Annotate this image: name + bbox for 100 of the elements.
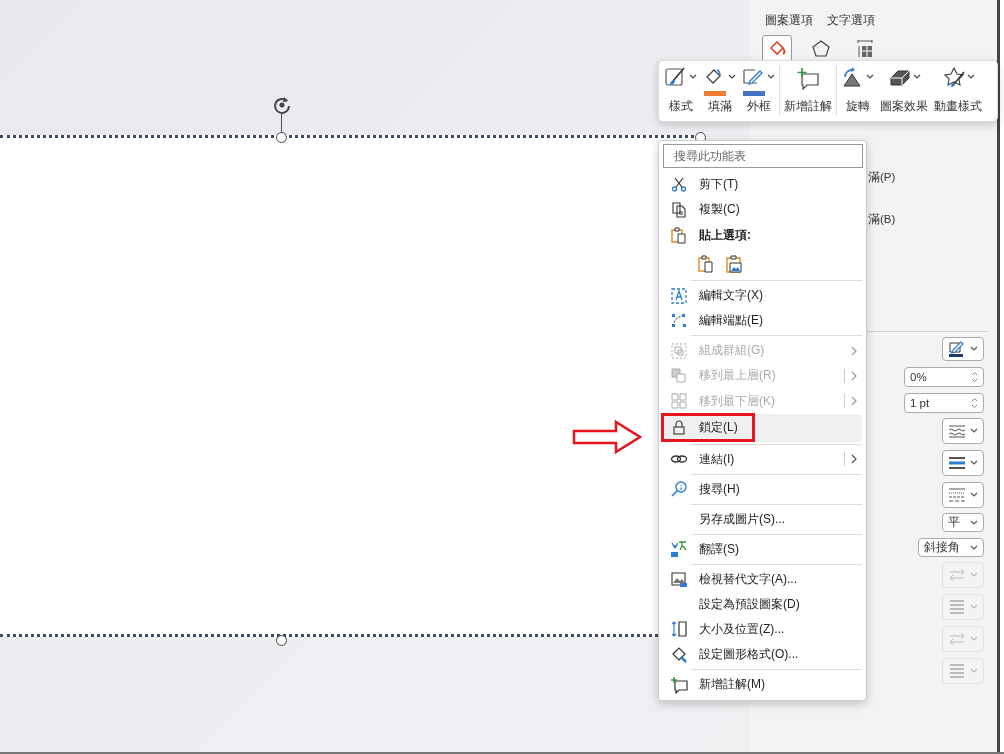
dash-type-icon [948, 486, 966, 504]
format-brush-icon [670, 645, 688, 664]
pane-category-tab[interactable] [762, 35, 792, 62]
menu-item-label: 移到最下層(K) [699, 392, 776, 410]
chevron-right-icon [851, 454, 858, 465]
translate-icon [670, 540, 688, 559]
option-label: 滿(P) [867, 170, 897, 185]
menu-item[interactable]: 剪下(T) [663, 172, 862, 198]
chevron-down-icon [970, 492, 978, 498]
paste-icon[interactable] [697, 254, 715, 273]
menu-item[interactable]: 搜尋(H) [663, 476, 862, 502]
spin-field[interactable]: 0% [904, 367, 984, 387]
dropdown-button[interactable] [942, 337, 984, 361]
menu-item[interactable]: 鎖定(L) [663, 413, 862, 442]
menu-item[interactable]: 編輯端點(E) [663, 308, 862, 334]
toolbar-button[interactable]: 旋轉 [838, 64, 877, 118]
menu-heading-text: 貼上選項: [699, 227, 752, 245]
chevron-down-icon [728, 74, 736, 80]
menu-item-label: 另存成圖片(S)... [699, 510, 786, 528]
spin-field[interactable]: 1 pt [904, 393, 984, 413]
spin-value: 0% [910, 371, 927, 383]
menu-item-label: 新增註解(M) [699, 676, 766, 694]
scissors-icon [670, 175, 688, 194]
send-backward-icon [670, 392, 688, 411]
callout-arrow [572, 420, 642, 454]
chevron-right-icon [851, 371, 858, 381]
menu-item-label: 大小及位置(Z)... [699, 620, 786, 638]
menu-item[interactable]: 檢視替代文字(A)... [663, 566, 862, 592]
search-field[interactable]: 搜尋此功能表 [663, 144, 863, 169]
menu-item[interactable]: 連結(I) [663, 446, 862, 472]
dropdown-button[interactable] [942, 450, 984, 476]
spin-arrows-icon[interactable] [971, 371, 978, 383]
menu-item[interactable]: 設定為預設圖案(D) [663, 591, 862, 617]
paste-picture-icon[interactable] [725, 254, 743, 273]
spin-arrows-icon[interactable] [971, 397, 978, 409]
menu-item-label: 移到最上層(R) [699, 367, 777, 385]
dropdown-value: 斜接角 [924, 539, 960, 556]
menu-item[interactable]: 編輯文字(X) [663, 283, 862, 309]
resize-handle[interactable] [276, 635, 287, 646]
toolbar-button[interactable]: 填滿 [700, 64, 739, 118]
size-position-icon [670, 620, 688, 639]
menu-item[interactable]: 新增註解(M) [663, 672, 862, 698]
chevron-down-icon [970, 346, 978, 352]
menu-item-label: 檢視替代文字(A)... [699, 570, 798, 588]
toolbar-button[interactable]: 外框 [739, 64, 778, 118]
chevron-down-icon [866, 74, 874, 80]
chevron-down-icon [970, 460, 978, 466]
arrow-type-icon [948, 566, 966, 584]
menu-item-label: 鎖定(L) [699, 419, 738, 437]
line-style-icon [948, 454, 966, 472]
compound-line-icon [948, 422, 966, 440]
toolbar-button[interactable]: 圖案效果 [877, 64, 931, 118]
outline-color-icon [948, 340, 966, 358]
line-weight-icon [948, 598, 966, 616]
resize-handle[interactable] [276, 132, 287, 143]
menu-item-label: 翻譯(S) [699, 540, 740, 558]
chevron-down-icon [970, 604, 978, 610]
menu-item-label: 複製(C) [699, 201, 741, 219]
chevron-down-icon [970, 668, 978, 674]
star-brush-icon [941, 66, 966, 90]
rotate-handle-icon[interactable] [272, 95, 292, 115]
dropdown[interactable]: 斜接角 [918, 538, 984, 557]
toolbar-button[interactable]: 新增註解 [781, 64, 835, 118]
search-icon [670, 480, 688, 499]
menu-item[interactable]: 另存成圖片(S)... [663, 506, 862, 532]
copy-icon [670, 200, 688, 219]
chevron-down-icon [970, 519, 978, 526]
pane-tab[interactable]: 文字選項 [827, 12, 875, 29]
chevron-down-icon [970, 544, 978, 551]
chevron-down-icon [689, 74, 697, 80]
dropdown[interactable]: 平 [942, 513, 984, 532]
menu-item[interactable]: 複製(C) [663, 197, 862, 223]
menu-item[interactable]: 大小及位置(Z)... [663, 616, 862, 642]
pentagon-icon [811, 38, 831, 59]
text-box-icon [670, 286, 688, 305]
chevron-down-icon [970, 428, 978, 434]
new-comment-icon [670, 675, 688, 694]
new-comment-icon [796, 66, 820, 90]
menu-item-label: 剪下(T) [699, 176, 740, 194]
image-icon [670, 570, 688, 589]
menu-item-label: 編輯文字(X) [699, 287, 764, 305]
line-weight-icon [948, 662, 966, 680]
chevron-down-icon [767, 74, 775, 80]
spin-value: 1 pt [910, 397, 930, 409]
menu-item-label: 組成群組(G) [699, 342, 766, 360]
menu-item-label: 連結(I) [699, 450, 736, 468]
menu-item[interactable]: 設定圖形格式(O)... [663, 642, 862, 668]
bring-forward-icon [670, 367, 688, 385]
group-icon [670, 341, 688, 360]
menu-item-label: 設定為預設圖案(D) [699, 595, 801, 613]
arrow-type-icon [948, 630, 966, 648]
chevron-right-icon [851, 345, 858, 356]
pane-tab[interactable]: 圖案選項 [765, 12, 813, 29]
size-properties-icon [855, 38, 875, 59]
toolbar-button[interactable]: 動畫樣式 [931, 64, 985, 118]
menu-item[interactable]: 翻譯(S) [663, 536, 862, 562]
clipboard-icon [670, 226, 688, 245]
dropdown-value: 平 [948, 514, 960, 531]
toolbar-button[interactable]: 樣式 [661, 64, 700, 118]
chevron-down-icon [966, 74, 975, 80]
